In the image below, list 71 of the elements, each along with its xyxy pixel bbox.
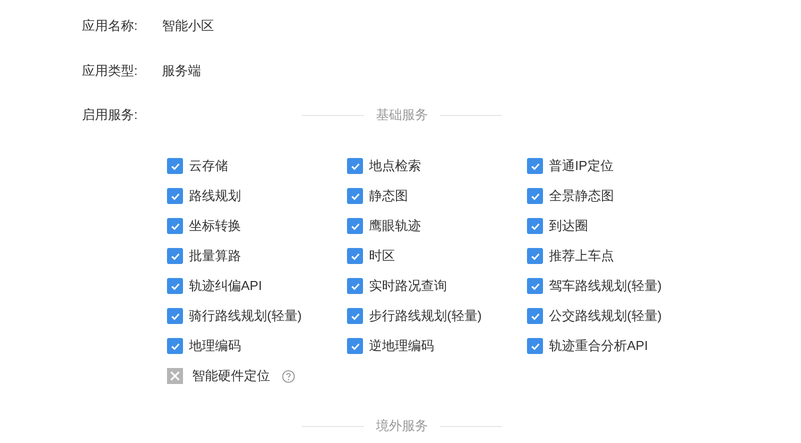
check-icon — [170, 280, 180, 292]
service-label: 坐标转换 — [189, 217, 241, 236]
service-label: 鹰眼轨迹 — [369, 217, 421, 236]
checkbox[interactable] — [527, 158, 543, 174]
service-label: 云存储 — [189, 157, 228, 176]
service-label: 推荐上车点 — [549, 247, 614, 266]
service-label: 智能硬件定位 — [192, 367, 270, 386]
service-label: 全景静态图 — [549, 187, 614, 206]
service-label: 驾车路线规划(轻量) — [549, 277, 662, 296]
check-icon — [530, 340, 540, 352]
service-label: 逆地理编码 — [369, 337, 434, 356]
check-icon — [530, 220, 540, 232]
checkbox[interactable] — [167, 188, 183, 204]
section-title: 境外服务 — [376, 417, 428, 436]
field-value: 智能小区 — [162, 17, 214, 34]
check-icon — [350, 160, 360, 172]
service-label: 地理编码 — [189, 337, 241, 356]
check-icon — [170, 340, 180, 352]
service-label: 轨迹重合分析API — [549, 337, 648, 356]
check-icon — [530, 280, 540, 292]
service-label: 轨迹纠偏API — [189, 277, 262, 296]
checkbox[interactable] — [527, 248, 543, 264]
field-value: 服务端 — [162, 62, 201, 79]
checkbox[interactable] — [167, 308, 183, 324]
check-icon — [350, 310, 360, 322]
checkbox[interactable] — [347, 188, 363, 204]
checkbox[interactable] — [167, 278, 183, 294]
check-icon — [170, 250, 180, 262]
checkbox[interactable] — [347, 278, 363, 294]
checkbox[interactable] — [527, 308, 543, 324]
service-label: 路线规划 — [189, 187, 241, 206]
checkbox[interactable] — [347, 248, 363, 264]
checkbox[interactable] — [527, 188, 543, 204]
service-label: 步行路线规划(轻量) — [369, 307, 482, 326]
checkbox[interactable] — [527, 278, 543, 294]
checkbox[interactable] — [347, 158, 363, 174]
check-icon — [530, 250, 540, 262]
service-label: 实时路况查询 — [369, 277, 447, 296]
check-icon — [530, 160, 540, 172]
checkbox[interactable] — [347, 308, 363, 324]
check-icon — [350, 190, 360, 202]
check-icon — [350, 280, 360, 292]
checkbox[interactable] — [347, 218, 363, 234]
check-icon — [530, 310, 540, 322]
check-icon — [350, 220, 360, 232]
section-title: 基础服务 — [376, 106, 428, 124]
service-label: 到达圈 — [549, 217, 588, 236]
checkbox[interactable] — [347, 338, 363, 354]
field-label: 启用服务: — [82, 106, 139, 124]
check-icon — [350, 340, 360, 352]
checkbox[interactable] — [527, 218, 543, 234]
service-label: 时区 — [369, 247, 395, 266]
check-icon — [170, 160, 180, 172]
check-icon — [350, 250, 360, 262]
check-icon — [170, 190, 180, 202]
field-label: 应用名称: — [82, 17, 139, 34]
checkbox[interactable] — [167, 158, 183, 174]
service-label: 骑行路线规划(轻量) — [189, 307, 302, 326]
service-label: 静态图 — [369, 187, 408, 206]
check-icon — [170, 220, 180, 232]
checkbox[interactable] — [527, 338, 543, 354]
service-label: 公交路线规划(轻量) — [549, 307, 662, 326]
service-label: 批量算路 — [189, 247, 241, 266]
service-label: 普通IP定位 — [549, 157, 614, 176]
field-label: 应用类型: — [82, 62, 139, 79]
check-icon — [530, 190, 540, 202]
checkbox[interactable] — [167, 218, 183, 234]
service-label: 地点检索 — [369, 157, 421, 176]
check-icon — [170, 310, 180, 322]
checkbox[interactable] — [167, 338, 183, 354]
checkbox[interactable] — [167, 248, 183, 264]
